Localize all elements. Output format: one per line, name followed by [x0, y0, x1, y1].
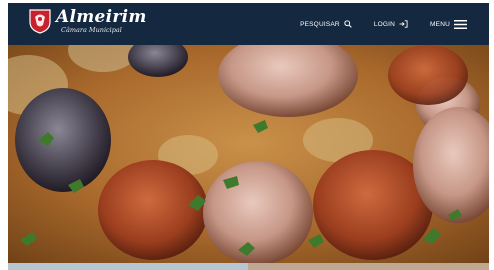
- menu-button[interactable]: MENU: [430, 19, 467, 29]
- hero-image: [8, 45, 489, 263]
- brand-subtitle: Câmara Municipal: [61, 25, 122, 34]
- page-frame: Almeirim Câmara Municipal PESQUISAR LOGI…: [8, 3, 489, 270]
- below-hero-strip: [8, 263, 489, 270]
- search-button[interactable]: PESQUISAR: [300, 20, 352, 28]
- site-header: Almeirim Câmara Municipal PESQUISAR LOGI…: [8, 3, 489, 45]
- login-arrow-icon: [399, 20, 408, 28]
- login-button[interactable]: LOGIN: [374, 20, 408, 28]
- search-icon: [344, 20, 352, 28]
- search-label: PESQUISAR: [300, 20, 340, 28]
- brand-name: Almeirim: [56, 6, 147, 27]
- soup-photo: [8, 45, 489, 263]
- menu-label: MENU: [430, 20, 450, 28]
- brand-logo[interactable]: Almeirim Câmara Municipal: [28, 8, 147, 34]
- header-nav: PESQUISAR LOGIN MENU: [278, 3, 467, 45]
- login-label: LOGIN: [373, 20, 396, 28]
- coat-of-arms-icon: [29, 9, 51, 34]
- hamburger-icon: [454, 19, 467, 29]
